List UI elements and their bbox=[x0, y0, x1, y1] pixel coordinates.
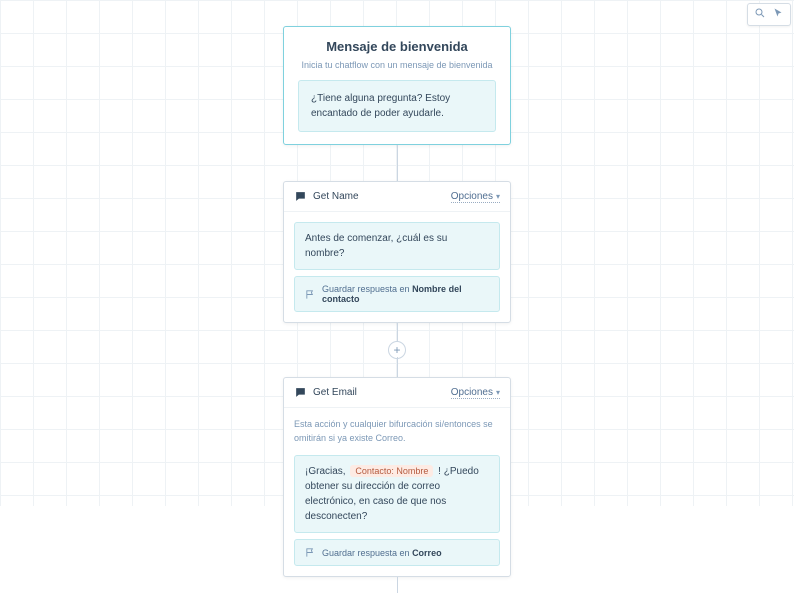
contact-name-token: Contacto: Nombre bbox=[350, 465, 433, 477]
step-header: Get Name Opciones▾ bbox=[284, 182, 510, 212]
options-dropdown[interactable]: Opciones▾ bbox=[451, 387, 500, 399]
save-response-row: Guardar respuesta en Correo bbox=[294, 539, 500, 566]
step-message: ¡Gracias, Contacto: Nombre ! ¿Puedo obte… bbox=[294, 455, 500, 533]
step-note: Esta acción y cualquier bifurcación si/e… bbox=[294, 418, 500, 445]
chevron-down-icon: ▾ bbox=[496, 388, 500, 397]
step-title: Get Email bbox=[313, 387, 357, 398]
step-header: Get Email Opciones▾ bbox=[284, 378, 510, 408]
connector bbox=[397, 323, 398, 343]
cursor-icon[interactable] bbox=[772, 7, 784, 22]
welcome-subtitle: Inicia tu chatflow con un mensaje de bie… bbox=[298, 60, 496, 70]
chevron-down-icon: ▾ bbox=[496, 192, 500, 201]
welcome-message: ¿Tiene alguna pregunta? Estoy encantado … bbox=[298, 80, 496, 132]
options-dropdown[interactable]: Opciones▾ bbox=[451, 191, 500, 203]
welcome-card[interactable]: Mensaje de bienvenida Inicia tu chatflow… bbox=[283, 26, 511, 145]
step-title: Get Name bbox=[313, 191, 359, 202]
connector bbox=[397, 357, 398, 377]
chat-icon bbox=[294, 190, 307, 203]
connector bbox=[397, 577, 398, 593]
flow-canvas[interactable]: Mensaje de bienvenida Inicia tu chatflow… bbox=[283, 26, 511, 593]
connector bbox=[397, 145, 398, 181]
chat-icon bbox=[294, 386, 307, 399]
step-get-name[interactable]: Get Name Opciones▾ Antes de comenzar, ¿c… bbox=[283, 181, 511, 323]
save-response-row: Guardar respuesta en Nombre del contacto bbox=[294, 276, 500, 312]
step-message: Antes de comenzar, ¿cuál es su nombre? bbox=[294, 222, 500, 270]
flag-icon bbox=[305, 547, 316, 558]
zoom-icon[interactable] bbox=[754, 7, 766, 22]
welcome-title: Mensaje de bienvenida bbox=[298, 39, 496, 54]
flag-icon bbox=[305, 289, 316, 300]
step-get-email[interactable]: Get Email Opciones▾ Esta acción y cualqu… bbox=[283, 377, 511, 577]
canvas-toolbar bbox=[747, 3, 791, 26]
